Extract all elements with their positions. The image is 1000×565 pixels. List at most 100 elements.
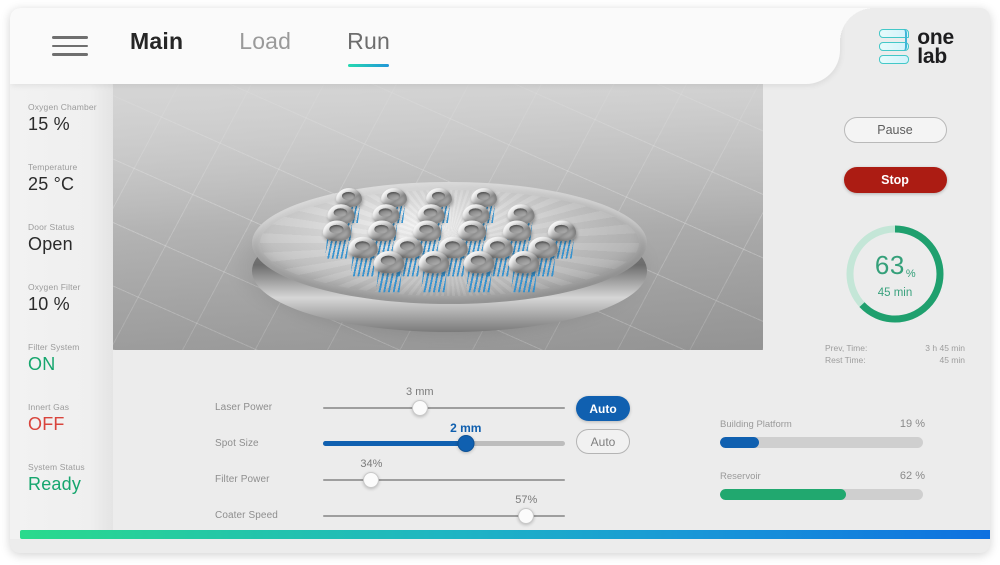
stat-oxygen-filter: Oxygen Filter 10 % — [28, 282, 113, 315]
main-navigation: Main Load Run — [130, 28, 390, 67]
progress-percent: 63% — [874, 249, 917, 284]
rest-time-row: Rest Time: 45 min — [825, 354, 965, 366]
stat-label: Door Status — [28, 222, 75, 232]
progress-ring-center: 63% 45 min — [843, 222, 947, 326]
printed-part — [373, 250, 405, 293]
material-level-meters: Building Platform 19 % Reservoir 62 % — [720, 418, 925, 522]
part-body — [418, 250, 450, 274]
hamburger-line — [52, 53, 88, 56]
rest-time-value: 45 min — [939, 355, 965, 365]
part-body — [508, 250, 540, 274]
stat-door-status: Door Status Open — [28, 222, 113, 255]
onelab-mark-icon — [879, 28, 910, 66]
slider-label: Coater Speed — [215, 510, 278, 521]
brand-name: one lab — [917, 27, 954, 68]
rest-time-label: Rest Time: — [825, 355, 866, 365]
pause-button[interactable]: Pause — [843, 117, 947, 143]
slider-spot-size: Spot Size 2 mm — [215, 421, 575, 462]
part-body — [463, 250, 495, 274]
stop-button[interactable]: Stop — [843, 167, 947, 193]
stat-value: 25 °C — [28, 174, 75, 194]
application-window: Main Load Run one lab Oxygen Chamber 15 … — [0, 0, 1000, 565]
progress-percent-symbol: % — [905, 267, 917, 280]
stat-value: 15 % — [28, 114, 70, 134]
auto-button-spot-size[interactable]: Auto — [576, 429, 630, 454]
slider-label: Spot Size — [215, 438, 259, 449]
slider-laser-power: Laser Power 3 mm — [215, 386, 575, 426]
stat-value: Open — [28, 234, 73, 254]
part-body — [373, 250, 405, 274]
slider-track[interactable] — [323, 441, 565, 446]
meter-track — [720, 489, 923, 500]
printed-part — [463, 250, 495, 293]
app-frame: Main Load Run one lab Oxygen Chamber 15 … — [10, 8, 990, 553]
stat-innert-gas: Innert Gas OFF — [28, 402, 113, 435]
accent-gradient-bar — [20, 530, 990, 539]
slider-thumb[interactable] — [411, 400, 428, 416]
slider-fill — [323, 441, 466, 446]
tab-load[interactable]: Load — [239, 28, 291, 67]
slider-filter-power: Filter Power 34% — [215, 458, 575, 498]
tab-run[interactable]: Run — [347, 28, 390, 67]
printed-part — [418, 250, 450, 293]
meter-value: 62 % — [899, 470, 925, 482]
hamburger-menu-icon[interactable] — [52, 36, 94, 58]
slider-value: 34% — [360, 458, 383, 470]
slider-thumb[interactable] — [363, 472, 380, 488]
hamburger-line — [52, 44, 88, 48]
brand-line-two: lab — [917, 45, 947, 68]
slider-track[interactable] — [323, 479, 565, 481]
stat-label: Temperature — [28, 162, 78, 172]
meter-building-platform: Building Platform 19 % — [720, 418, 925, 448]
meter-fill — [720, 489, 846, 500]
auto-button-laser-power[interactable]: Auto — [576, 396, 630, 421]
build-chamber-3d-viewport[interactable] — [113, 80, 763, 350]
stat-system-status: System Status Ready — [28, 462, 113, 495]
meter-header: Reservoir 62 % — [720, 470, 925, 482]
meter-track — [720, 437, 923, 448]
stat-value: OFF — [28, 414, 65, 434]
stat-label: Oxygen Chamber — [28, 102, 97, 112]
slider-label: Laser Power — [215, 402, 273, 413]
stat-temperature: Temperature 25 °C — [28, 162, 113, 195]
part-body — [322, 220, 352, 242]
header-bar: Main Load Run — [10, 8, 874, 84]
stat-value: ON — [28, 354, 56, 374]
prev-time-label: Prev, Time: — [825, 343, 868, 353]
slider-thumb[interactable] — [518, 508, 535, 524]
brand-logo: one lab — [879, 27, 954, 68]
stat-value: Ready — [28, 474, 82, 494]
meter-fill — [720, 437, 759, 448]
meter-reservoir: Reservoir 62 % — [720, 470, 925, 500]
printed-part — [508, 250, 540, 293]
slider-value: 2 mm — [450, 421, 482, 435]
prev-time-row: Prev, Time: 3 h 45 min — [825, 342, 965, 354]
stat-label: Innert Gas — [28, 402, 70, 412]
meter-header: Building Platform 19 % — [720, 418, 925, 430]
stat-label: System Status — [28, 462, 85, 472]
slider-label: Filter Power — [215, 474, 270, 485]
hamburger-line — [52, 36, 88, 39]
meter-value: 19 % — [899, 418, 925, 430]
job-progress-ring: 63% 45 min — [843, 222, 947, 326]
stat-filter-system: Filter System ON — [28, 342, 113, 375]
slider-coater-speed: Coater Speed 57% — [215, 494, 575, 534]
progress-percent-number: 63 — [874, 249, 905, 280]
tab-main[interactable]: Main — [130, 28, 183, 67]
slider-track[interactable] — [323, 407, 565, 409]
auto-mode-buttons: Auto Auto — [576, 396, 636, 462]
meter-label: Reservoir — [720, 471, 761, 482]
stat-oxygen-chamber: Oxygen Chamber 15 % — [28, 102, 113, 135]
progress-remaining: 45 min — [877, 286, 913, 299]
printed-part — [322, 220, 352, 259]
process-parameter-sliders: Laser Power 3 mm Spot Size 2 mm Filter P… — [215, 386, 575, 534]
slider-value: 57% — [515, 494, 538, 506]
prev-time-value: 3 h 45 min — [925, 343, 965, 353]
printed-parts-group — [318, 188, 608, 308]
slider-thumb[interactable] — [457, 435, 475, 452]
slider-value: 3 mm — [406, 386, 434, 398]
job-time-summary: Prev, Time: 3 h 45 min Rest Time: 45 min — [825, 342, 965, 366]
stat-label: Oxygen Filter — [28, 282, 81, 292]
stat-label: Filter System — [28, 342, 80, 352]
status-sidebar: Oxygen Chamber 15 % Temperature 25 °C Do… — [10, 84, 113, 539]
